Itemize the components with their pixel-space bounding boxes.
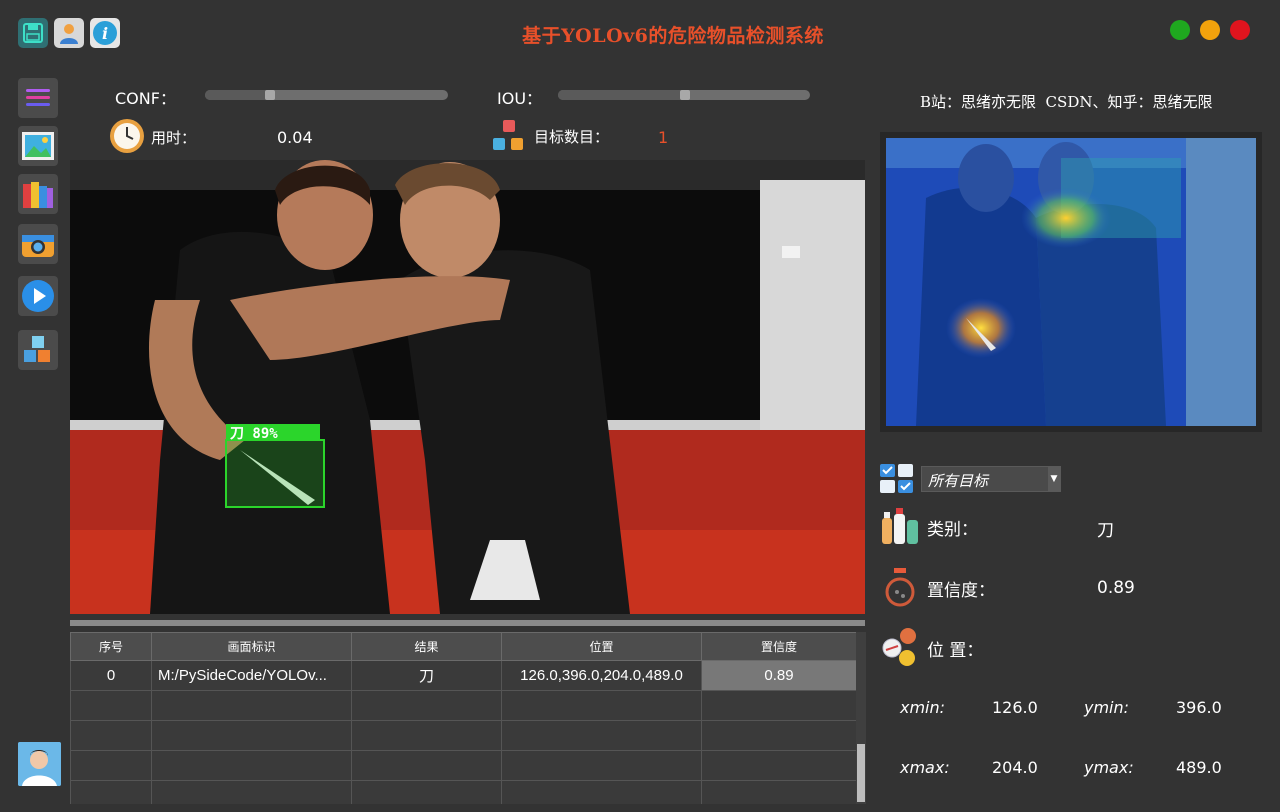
camera-icon[interactable] (18, 224, 58, 264)
ymin-label: ymin: (1084, 698, 1130, 717)
table-cell[interactable]: 刀 (351, 660, 502, 691)
count-value: 1 (658, 128, 669, 147)
xmin-value: 126.0 (992, 698, 1038, 717)
video-play-icon[interactable] (18, 276, 58, 316)
conf-slider-handle[interactable] (265, 90, 275, 100)
count-label: 目标数目： (534, 128, 610, 146)
table-row[interactable]: 0 M:/PySideCode/YOLOv... 刀 126.0,396.0,2… (70, 660, 857, 691)
target-select-value: 所有目标 (928, 472, 989, 490)
class-value: 刀 (1097, 521, 1114, 541)
table-cell[interactable]: 0.89 (701, 660, 857, 691)
position-label: 位 置： (927, 641, 984, 661)
confidence-label: 置信度： (927, 581, 995, 601)
table-header[interactable]: 位置 (501, 632, 702, 661)
conf-slider[interactable] (205, 90, 448, 100)
table-row[interactable] (70, 690, 857, 721)
table-header-row: 序号 画面标识 结果 位置 置信度 (70, 632, 857, 661)
checkbox-grid-icon (880, 464, 916, 494)
results-table: 序号 画面标识 结果 位置 置信度 0 M:/PySideCode/YOLOv.… (70, 632, 866, 804)
window-minimize-button[interactable] (1170, 20, 1190, 40)
time-label: 用时： (151, 129, 197, 147)
table-scrollbar-thumb[interactable] (857, 744, 865, 802)
menu-icon[interactable] (18, 78, 58, 118)
table-row[interactable] (70, 750, 857, 781)
bottles-icon (880, 506, 920, 546)
ymin-value: 396.0 (1176, 698, 1222, 717)
xmin-label: xmin: (900, 698, 946, 717)
table-scrollbar[interactable] (856, 632, 866, 804)
count-icon (491, 118, 527, 154)
image-icon[interactable] (18, 126, 58, 166)
clock-icon (109, 118, 145, 154)
app-title: 基于YOLOv6的危险物品检测系统 (522, 25, 824, 47)
iou-label: IOU： (497, 89, 543, 108)
table-row[interactable] (70, 720, 857, 751)
table-cell[interactable]: 0 (70, 660, 152, 691)
detection-image: 刀 89% (70, 160, 865, 614)
conf-label: CONF： (115, 89, 176, 108)
table-cell[interactable]: M:/PySideCode/YOLOv... (151, 660, 352, 691)
model-cubes-icon[interactable] (18, 330, 58, 370)
target-select[interactable]: 所有目标 ▼ (921, 466, 1061, 492)
heatmap-frame (880, 132, 1262, 432)
iou-slider-handle[interactable] (680, 90, 690, 100)
table-header[interactable]: 序号 (70, 632, 152, 661)
window-maximize-button[interactable] (1200, 20, 1220, 40)
chevron-down-icon[interactable]: ▼ (1048, 467, 1060, 491)
splitter[interactable] (70, 620, 865, 626)
table-header[interactable]: 置信度 (701, 632, 857, 661)
xmax-label: xmax: (900, 758, 950, 777)
avatar[interactable] (18, 742, 61, 786)
flask-icon (883, 566, 917, 608)
confidence-value: 0.89 (1097, 578, 1135, 598)
credits-text: B站：思绪亦无限 CSDN、知乎：思绪无限 (920, 93, 1213, 111)
class-label: 类别： (927, 520, 978, 540)
detection-box-label: 刀 89% (230, 426, 278, 442)
table-cell[interactable]: 126.0,396.0,204.0,489.0 (501, 660, 702, 691)
ymax-value: 489.0 (1176, 758, 1222, 777)
time-value: 0.04 (277, 128, 313, 147)
heatmap-image (886, 138, 1256, 426)
table-header[interactable]: 结果 (351, 632, 502, 661)
window-close-button[interactable] (1230, 20, 1250, 40)
position-icon (880, 626, 920, 668)
table-row[interactable] (70, 780, 857, 804)
iou-slider[interactable] (558, 90, 810, 100)
xmax-value: 204.0 (992, 758, 1038, 777)
table-header[interactable]: 画面标识 (151, 632, 352, 661)
detection-box (225, 439, 325, 508)
folder-icon[interactable] (18, 174, 58, 214)
ymax-label: ymax: (1084, 758, 1134, 777)
